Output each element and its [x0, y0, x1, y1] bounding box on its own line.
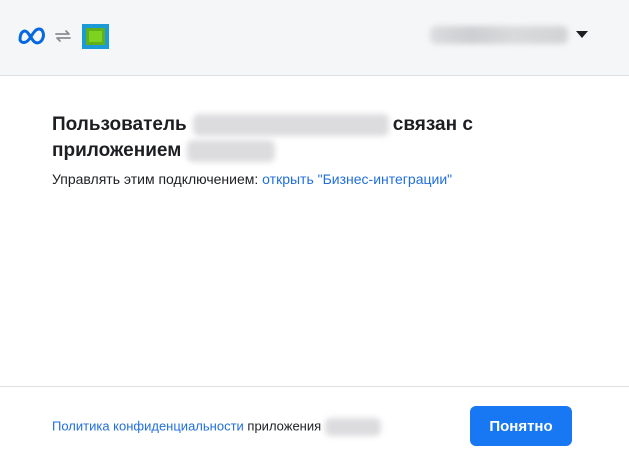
manage-connection: Управлять этим подключением: открыть "Би…: [52, 170, 592, 188]
title-linked: связан с: [392, 114, 473, 135]
page-title: Пользователь связан с приложением: [52, 112, 592, 164]
meta-logo-icon: [18, 27, 45, 45]
footer-divider: [0, 386, 629, 387]
privacy-policy-link[interactable]: Политика конфиденциальности: [52, 418, 244, 433]
title-prefix: Пользователь: [52, 114, 187, 135]
business-integrations-link[interactable]: открыть "Бизнес-интеграции": [262, 171, 452, 187]
sync-arrows-icon: [55, 30, 71, 42]
title-user-redacted: [192, 113, 389, 136]
chevron-down-icon[interactable]: [576, 31, 588, 38]
app-icon: [82, 24, 109, 49]
title-app-prefix: приложением: [52, 140, 182, 161]
main-content: Пользователь связан с приложением Управлят…: [52, 112, 592, 188]
title-app-redacted: [187, 139, 276, 162]
footer-app-redacted: [325, 418, 382, 436]
footer-privacy: Политика конфиденциальности приложения: [52, 418, 382, 436]
manage-text: Управлять этим подключением:: [52, 171, 263, 187]
ok-button[interactable]: Понятно: [470, 406, 572, 446]
privacy-suffix: приложения: [243, 418, 322, 434]
page: Пользователь связан с приложением Управлят…: [0, 0, 629, 467]
app-icon-inner: [86, 28, 105, 45]
user-name-redacted[interactable]: [430, 26, 568, 44]
header: [0, 0, 629, 76]
